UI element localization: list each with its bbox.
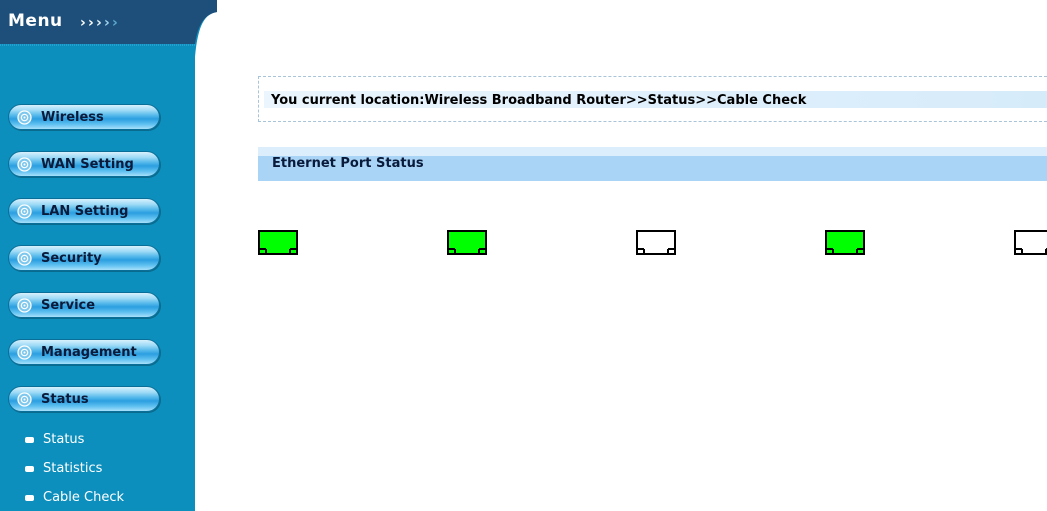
section-header-highlight [258, 147, 1047, 156]
nav-wan-setting-button[interactable]: WAN Setting [8, 151, 160, 177]
sidebar: Menu › › › › › Wireless WAN Setting LAN … [0, 0, 217, 511]
target-circle-icon [17, 392, 32, 407]
nav-label: Management [41, 345, 137, 360]
nav-lan-setting-button[interactable]: LAN Setting [8, 198, 160, 224]
target-circle-icon [17, 345, 32, 360]
nav-label: Status [41, 392, 89, 407]
target-circle-icon [17, 157, 32, 172]
nav-wireless-button[interactable]: Wireless [8, 104, 160, 130]
section-title: Ethernet Port Status [272, 156, 424, 171]
double-chevron-right-icon: › › › › › [80, 14, 170, 30]
ethernet-port-icon [1014, 230, 1047, 255]
nav-label: Security [41, 251, 102, 266]
menu-title: Menu [8, 11, 63, 31]
submenu-label: Cable Check [43, 490, 125, 505]
svg-text:›: › [96, 15, 102, 30]
nav-service-button[interactable]: Service [8, 292, 160, 318]
target-circle-icon [17, 204, 32, 219]
target-circle-icon [17, 251, 32, 266]
section-header: Ethernet Port Status [258, 147, 1047, 181]
ethernet-port-icon [447, 230, 487, 255]
nav-label: Service [41, 298, 96, 313]
ethernet-port-icon [825, 230, 865, 255]
nav-label: Wireless [41, 110, 104, 125]
nav-label: WAN Setting [41, 157, 134, 172]
nav-security-button[interactable]: Security [8, 245, 160, 271]
svg-text:›: › [112, 15, 118, 30]
svg-text:›: › [104, 15, 110, 30]
rounded-dash-icon [25, 466, 34, 472]
ethernet-port-icon [258, 230, 298, 255]
rounded-dash-icon [25, 437, 34, 443]
ethernet-port-icon [636, 230, 676, 255]
nav-status-button[interactable]: Status [8, 386, 160, 412]
svg-text:›: › [88, 15, 94, 30]
submenu-label: Statistics [43, 461, 103, 476]
breadcrumb: You current location:Wireless Broadband … [271, 93, 807, 108]
nav-management-button[interactable]: Management [8, 339, 160, 365]
target-circle-icon [17, 110, 32, 125]
svg-text:›: › [80, 15, 86, 30]
target-circle-icon [17, 298, 32, 313]
nav-label: LAN Setting [41, 204, 129, 219]
location-box: You current location:Wireless Broadband … [258, 76, 1047, 122]
menu-header: Menu › › › › › [0, 0, 217, 57]
rounded-dash-icon [25, 495, 34, 501]
submenu-label: Status [43, 432, 85, 447]
